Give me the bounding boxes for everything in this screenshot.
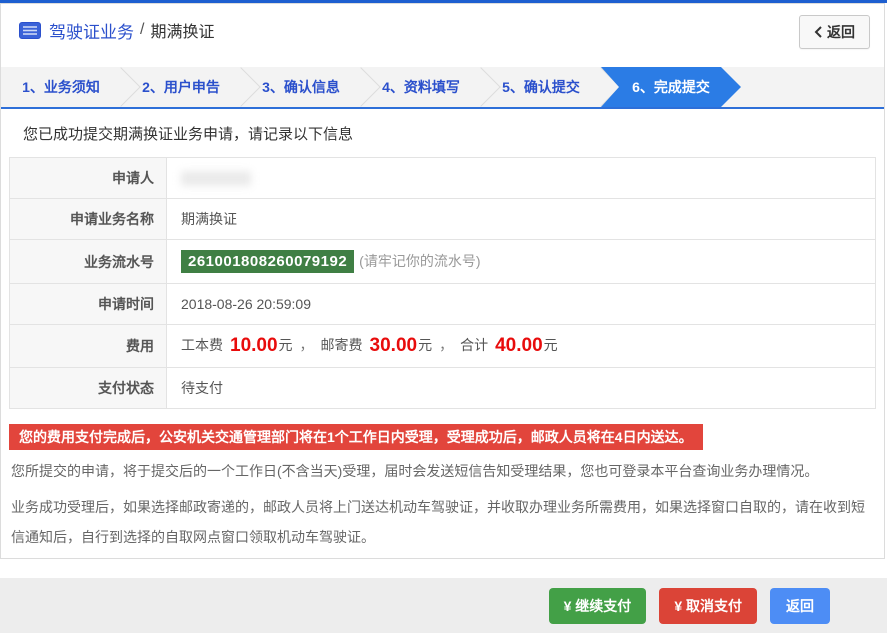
back-button[interactable]: 返回 [799,15,870,49]
step-3-confirm-info: 3、确认信息 [241,67,381,107]
apply-time-value: 2018-08-26 20:59:09 [166,283,876,325]
breadcrumb-separator: / [140,21,145,38]
pay-status-label: 支付状态 [9,367,167,409]
step-indicator: 1、业务须知 2、用户申告 3、确认信息 4、资料填写 5、确认提交 6、完成提… [1,67,884,109]
step-4-fill-data: 4、资料填写 [361,67,501,107]
footer-action-bar: ¥ 继续支付 ¥ 取消支付 返回 [0,578,887,633]
fee-amount-postage: 30.00 [369,335,418,356]
table-row: 申请人 [9,157,876,199]
fee-label: 费用 [9,324,167,368]
content-panel: 驾驶证业务 / 期满换证 返回 1、业务须知 2、用户申告 3、确认信息 4、资… [0,3,885,559]
table-row: 支付状态 待支付 [9,367,876,409]
notice-paragraph: 业务成功受理后，如果选择邮政寄递的，邮政人员将上门送达机动车驾驶证，并收取办理业… [11,499,865,545]
step-5-confirm-submit: 5、确认提交 [481,67,621,107]
fee-amount-production: 10.00 [230,335,278,356]
step-2-user-declaration: 2、用户申告 [121,67,261,107]
notice-paragraph: 您所提交的申请，将于提交后的一个工作日(不含当天)受理，届时会发送短信告知受理结… [11,463,819,479]
cancel-payment-button[interactable]: ¥ 取消支付 [659,587,757,624]
table-row: 申请时间 2018-08-26 20:59:09 [9,283,876,325]
warning-banner: 您的费用支付完成后，公安机关交通管理部门将在1个工作日内受理，受理成功后，邮政人… [9,424,703,450]
back-button-label: 返回 [827,24,855,40]
apply-time-label: 申请时间 [9,283,167,325]
application-info-table: 申请人 申请业务名称 期满换证 业务流水号 261001808260079192… [9,157,876,409]
page-header: 驾驶证业务 / 期满换证 返回 [1,4,884,56]
table-row: 费用 工本费 10.00元，邮寄费 30.00元，合计 40.00元 [9,324,876,368]
serial-number-badge: 261001808260079192 [181,250,355,273]
step-6-complete-submit: 6、完成提交 [601,67,741,107]
business-name-value: 期满换证 [166,198,876,240]
table-row: 业务流水号 261001808260079192 (请牢记你的流水号) [9,239,876,284]
serial-label: 业务流水号 [9,239,167,284]
applicant-name-redacted [181,171,251,187]
pay-status-value: 待支付 [166,367,876,409]
table-row: 申请业务名称 期满换证 [9,198,876,240]
step-1-business-notice: 1、业务须知 [1,67,141,107]
return-button[interactable]: 返回 [770,587,830,624]
page: 驾驶证业务 / 期满换证 返回 1、业务须知 2、用户申告 3、确认信息 4、资… [0,0,887,633]
continue-payment-button[interactable]: ¥ 继续支付 [548,587,647,624]
chevron-left-icon [814,26,822,38]
serial-hint: (请牢记你的流水号) [359,253,481,269]
fee-value: 工本费 10.00元，邮寄费 30.00元，合计 40.00元 [166,324,876,368]
breadcrumb-section-link[interactable]: 驾驶证业务 [49,18,134,43]
main-content: 您已成功提交期满换证业务申请，请记录以下信息 申请人 申请业务名称 期满换证 业… [1,109,884,558]
step-bar-filler [741,67,884,107]
fee-amount-total: 40.00 [495,335,543,356]
business-name-label: 申请业务名称 [9,198,167,240]
success-message: 您已成功提交期满换证业务申请，请记录以下信息 [23,126,354,143]
list-icon [19,21,41,39]
applicant-label: 申请人 [9,157,167,199]
breadcrumb-current: 期满换证 [150,24,215,41]
